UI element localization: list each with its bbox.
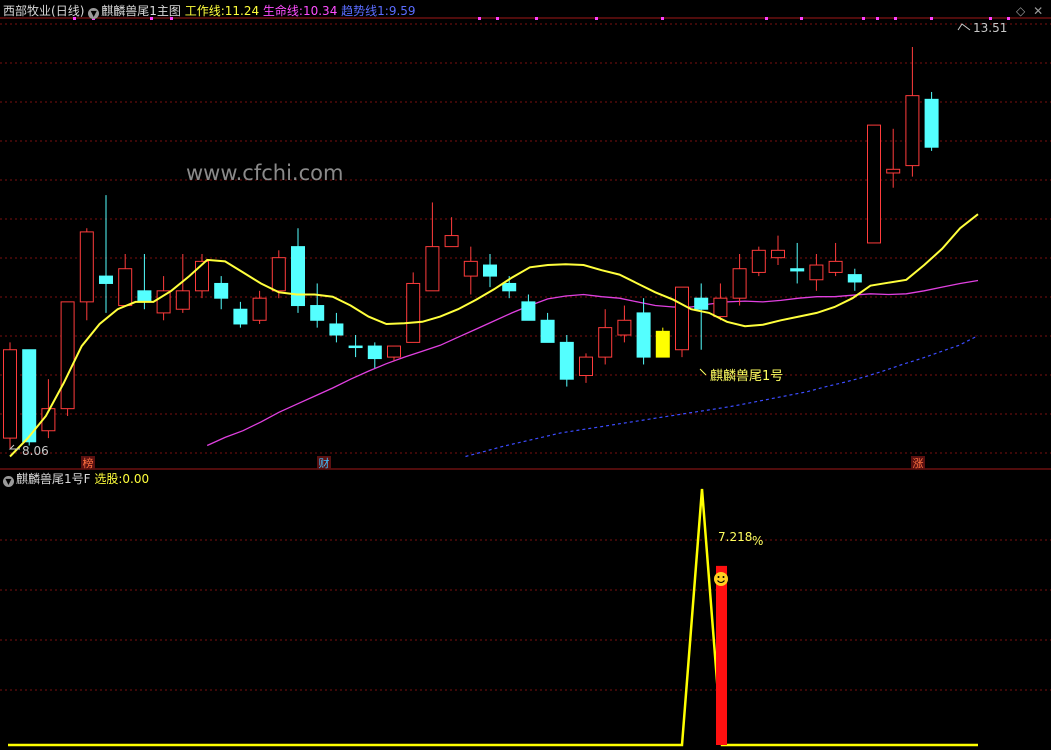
candle-body-up [732, 268, 747, 299]
candle-body-up [463, 260, 478, 277]
candle-body-up [886, 168, 901, 174]
candle-body-down [502, 282, 517, 292]
sub-header: ▼ 麒麟兽尾1号F 选股:0.00 [3, 472, 149, 487]
candle-body-up [675, 286, 689, 351]
smiley-eye [717, 576, 720, 578]
top-dot [765, 17, 768, 20]
candle-body-down [540, 319, 555, 343]
signal-candle [655, 330, 670, 358]
candle-body-up [713, 297, 728, 318]
select-label: 选股: [94, 472, 123, 486]
candle-body-up [444, 235, 459, 248]
event-marker[interactable]: 榜 [83, 456, 94, 470]
top-dot [989, 17, 992, 20]
watermark: www.cfchi.com [186, 161, 343, 185]
top-dot [800, 17, 803, 20]
candle-body-down [329, 323, 344, 336]
candle-body-down [233, 308, 248, 325]
candle-body-down [348, 345, 363, 349]
candle-body-down [291, 246, 305, 307]
trend-line-label: 趋势线1: [341, 4, 389, 18]
work-line-value: 11.24 [224, 4, 260, 18]
signal-label: 麒麟兽尾1号 [710, 368, 783, 384]
signal-bar [716, 565, 727, 745]
candle-body-up [118, 268, 133, 307]
candle-body-down [99, 275, 113, 284]
candle-body-down [636, 312, 651, 358]
candle-body-down [214, 282, 229, 299]
candle-body-up [751, 249, 766, 273]
candle-body-up [905, 95, 920, 167]
peak-unit-label: % [752, 534, 763, 548]
period-label[interactable]: (日线) [51, 4, 84, 18]
candle-body-up [3, 349, 17, 439]
diamond-icon[interactable]: ◇ [1016, 4, 1025, 18]
candle-body-up [175, 290, 190, 310]
candle-body-down [559, 341, 574, 380]
candle-body-up [271, 257, 286, 292]
life-line-value: 10.34 [302, 4, 338, 18]
candle-body-down [22, 349, 37, 443]
min-price-label: 8.06 [22, 444, 49, 458]
candle-body-up [598, 327, 613, 358]
candle-body-up [771, 249, 785, 259]
candle-body-up [425, 246, 440, 292]
top-dot [535, 17, 538, 20]
event-marker[interactable]: 涨 [913, 457, 924, 470]
indicator-name[interactable]: 麒麟兽尾1主图 [101, 4, 181, 18]
candle-body-up [579, 356, 593, 377]
event-marker[interactable]: 财 [319, 456, 330, 470]
peak-value-label: 7.218 [718, 530, 752, 544]
candle-body-up [156, 290, 171, 314]
candle-body-up [387, 345, 401, 358]
top-dot [930, 17, 933, 20]
stock-name[interactable]: 西部牧业 [3, 4, 51, 18]
candle-body-down [847, 274, 862, 283]
candle-body-up [79, 231, 94, 303]
top-dot [661, 17, 664, 20]
window-controls: ◇ ✕ [1016, 4, 1043, 18]
smiley-eye [722, 576, 725, 578]
select-value: 0.00 [122, 472, 150, 486]
top-dot [862, 17, 865, 20]
sub-indicator-name[interactable]: 麒麟兽尾1号F [16, 472, 91, 486]
chart-canvas: 榜 财 涨 13.51 8.06 麒麟兽尾1号 www.cfchi.com 7.21… [0, 0, 1051, 750]
trend-line-value: 9.59 [388, 4, 416, 18]
candle-body-up [617, 319, 632, 336]
top-dot [876, 17, 879, 20]
candle-body-down [790, 268, 805, 272]
smiley-face [714, 572, 728, 586]
work-line-label: 工作线: [184, 4, 225, 18]
top-dot [496, 17, 499, 20]
sub-indicator-dropdown-icon[interactable]: ▼ [3, 476, 14, 487]
close-icon[interactable]: ✕ [1033, 4, 1043, 18]
top-dot [595, 17, 598, 20]
candle-body-up [60, 301, 75, 410]
max-price-label: 13.51 [973, 21, 1007, 35]
candle-body-down [694, 297, 709, 310]
top-dot [1007, 17, 1010, 20]
candle-body-down [310, 305, 325, 321]
candle-body-up [828, 260, 843, 273]
candle-body-up [809, 264, 824, 281]
top-dot [894, 17, 897, 20]
candle-body-up [252, 297, 267, 321]
candle-body-up [406, 282, 421, 343]
candle-body-down [521, 301, 536, 321]
candle-body-down [924, 98, 939, 148]
candle-body-up [867, 124, 881, 244]
life-line-label: 生命线: [262, 4, 303, 18]
top-dot [478, 17, 481, 20]
candle-body-down [483, 264, 497, 277]
indicator-dropdown-icon[interactable]: ▼ [88, 8, 100, 19]
smiley-icon [714, 572, 728, 586]
candle-body-down [137, 290, 152, 303]
main-header: 西部牧业(日线) ▼ 麒麟兽尾1主图 工作线:11.24 生命线:10.34 趋势… [3, 4, 416, 19]
candle-body-down [367, 345, 382, 360]
